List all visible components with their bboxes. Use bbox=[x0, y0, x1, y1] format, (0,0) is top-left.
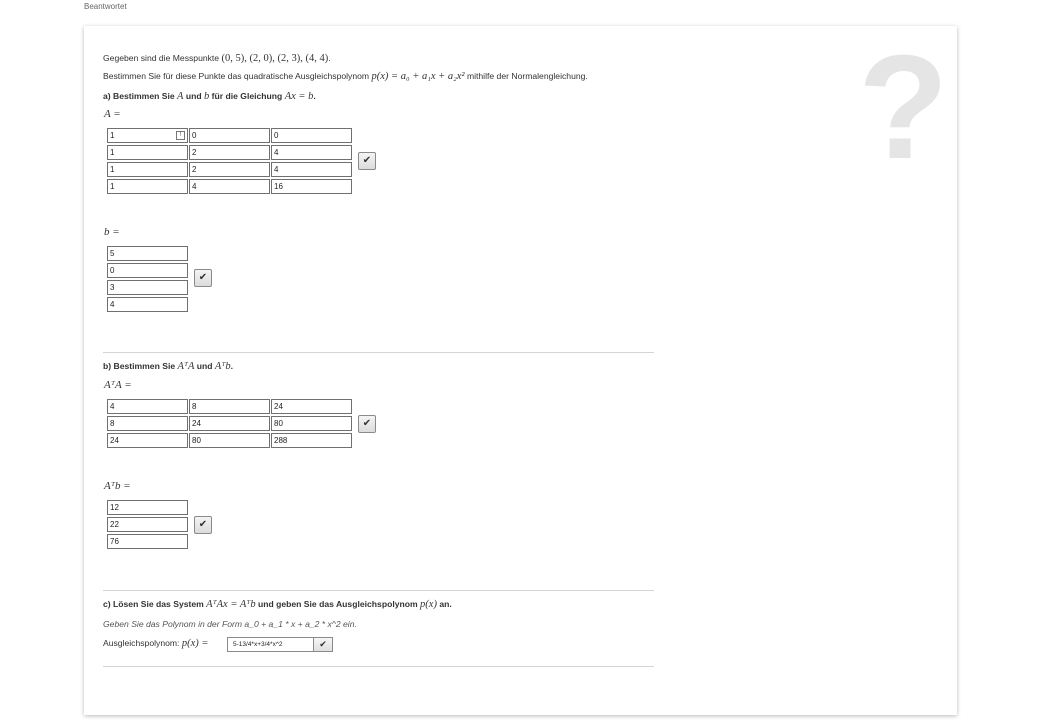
check-answer-button[interactable]: ✔ bbox=[313, 637, 333, 652]
matrix-A-cell[interactable]: 1 bbox=[107, 179, 188, 194]
intro-task: Bestimmen Sie für diese Punkte das quadr… bbox=[103, 71, 588, 82]
matrix-ATA-cell[interactable]: 80 bbox=[189, 433, 270, 448]
checkmark-icon: ✔ bbox=[319, 639, 327, 649]
polynomial-answer-input[interactable]: 5-13/4*x+3/4*x^2 bbox=[227, 637, 314, 652]
matrix-A-cell[interactable]: 16 bbox=[271, 179, 352, 194]
matrix-ATA-cell[interactable]: 80 bbox=[271, 416, 352, 431]
matrix-A-label: A = bbox=[104, 108, 121, 120]
part-b-heading: b) Bestimmen Sie AᵀA und Aᵀb. bbox=[103, 361, 234, 372]
matrix-A-cell[interactable]: 4 bbox=[271, 145, 352, 160]
matrix-ATA-cell[interactable]: 24 bbox=[107, 433, 188, 448]
checkmark-icon: ✔ bbox=[362, 155, 372, 166]
vector-ATb-cell[interactable]: 76 bbox=[107, 534, 188, 549]
matrix-ATA-cell[interactable]: 24 bbox=[271, 399, 352, 414]
part-c-heading: c) Lösen Sie das System AᵀAx = Aᵀb und g… bbox=[103, 599, 452, 610]
vector-ATb-cell[interactable]: 12 bbox=[107, 500, 188, 515]
vector-b-cell[interactable]: 3 bbox=[107, 280, 188, 295]
section-divider bbox=[103, 352, 654, 353]
matrix-A-cell[interactable]: 1 bbox=[107, 162, 188, 177]
matrix-A-cell[interactable]: 1 bbox=[107, 145, 188, 160]
matrix-A-cell[interactable]: 2 bbox=[189, 162, 270, 177]
matrix-A-cell[interactable]: 1! bbox=[107, 128, 188, 143]
matrix-ATA-cell[interactable]: 24 bbox=[189, 416, 270, 431]
check-A-button[interactable]: ✔ bbox=[358, 152, 376, 170]
status-label: Beantwortet bbox=[84, 2, 127, 11]
matrix-A-cell[interactable]: 0 bbox=[271, 128, 352, 143]
section-divider bbox=[103, 590, 654, 591]
vector-ATb-cell[interactable]: 22 bbox=[107, 517, 188, 532]
checkmark-icon: ✔ bbox=[362, 418, 372, 429]
answer-label: Ausgleichspolynom: p(x) = bbox=[103, 638, 209, 649]
matrix-A-cell[interactable]: 2 bbox=[189, 145, 270, 160]
intro-given: Gegeben sind die Messpunkte (0, 5), (2, … bbox=[103, 53, 331, 64]
vector-b-label: b = bbox=[104, 226, 120, 238]
matrix-A-cell[interactable]: 4 bbox=[189, 179, 270, 194]
vector-ATb-label: Aᵀb = bbox=[104, 480, 131, 492]
matrix-ATA-label: AᵀA = bbox=[104, 379, 132, 391]
checkmark-icon: ✔ bbox=[198, 519, 208, 530]
matrix-ATA-cell[interactable]: 288 bbox=[271, 433, 352, 448]
part-c-hint: Geben Sie das Polynom in der Form a_0 + … bbox=[103, 619, 357, 629]
checkmark-icon: ✔ bbox=[198, 272, 208, 283]
vector-b-cell[interactable]: 0 bbox=[107, 263, 188, 278]
matrix-ATA-cell[interactable]: 4 bbox=[107, 399, 188, 414]
warning-icon[interactable]: ! bbox=[176, 131, 185, 140]
matrix-A-cell[interactable]: 4 bbox=[271, 162, 352, 177]
check-b-button[interactable]: ✔ bbox=[194, 269, 212, 287]
check-ATA-button[interactable]: ✔ bbox=[358, 415, 376, 433]
question-mark-icon: ? bbox=[858, 25, 949, 190]
vector-b-cell[interactable]: 4 bbox=[107, 297, 188, 312]
check-ATb-button[interactable]: ✔ bbox=[194, 516, 212, 534]
part-a-heading: a) Bestimmen Sie A und b für die Gleichu… bbox=[103, 91, 316, 102]
matrix-ATA-cell[interactable]: 8 bbox=[107, 416, 188, 431]
vector-b-cell[interactable]: 5 bbox=[107, 246, 188, 261]
section-divider bbox=[103, 666, 654, 667]
matrix-A-cell[interactable]: 0 bbox=[189, 128, 270, 143]
matrix-ATA-cell[interactable]: 8 bbox=[189, 399, 270, 414]
